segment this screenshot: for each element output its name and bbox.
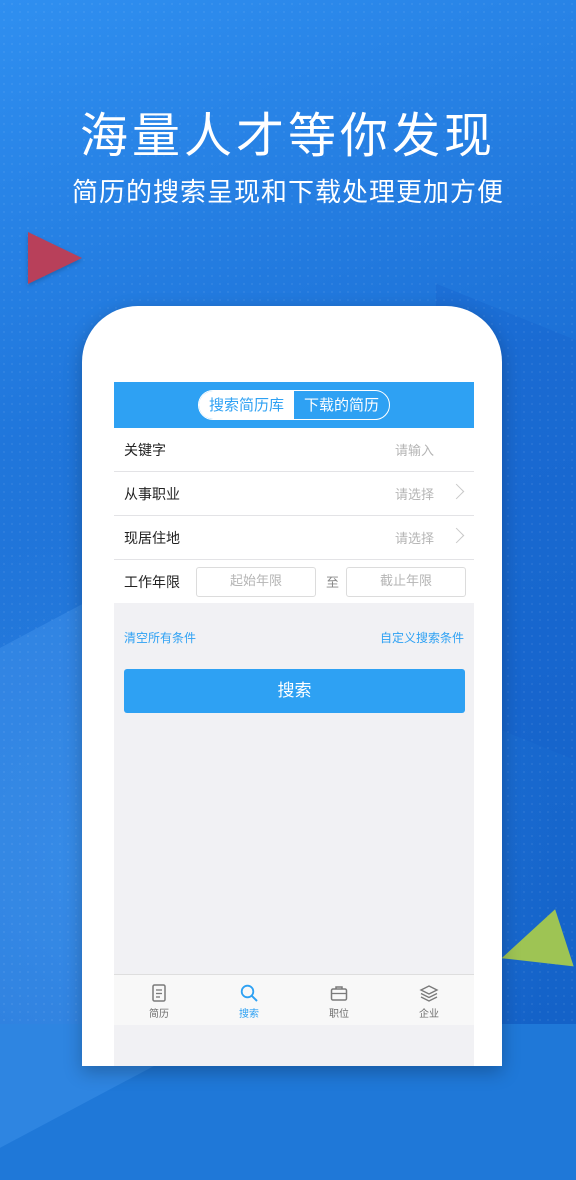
search-form: 关键字 请输入 从事职业 请选择 现居住地 请选择 工作年限 起始年限 至 截止… bbox=[114, 428, 474, 603]
layers-icon bbox=[419, 985, 439, 1002]
decor-triangle-red bbox=[28, 232, 82, 284]
segment-control: 搜索简历库 下载的简历 bbox=[197, 390, 391, 420]
clear-conditions-link[interactable]: 清空所有条件 bbox=[124, 629, 196, 646]
tab-search[interactable]: 搜索 bbox=[204, 975, 294, 1025]
keyword-input[interactable]: 请输入 bbox=[395, 440, 434, 459]
tab-company[interactable]: 企业 bbox=[384, 975, 474, 1025]
bottom-tab-bar: 简历 搜索 职位 企业 bbox=[114, 974, 474, 1025]
tab-downloaded-resumes[interactable]: 下载的简历 bbox=[294, 391, 389, 419]
custom-conditions-link[interactable]: 自定义搜索条件 bbox=[380, 629, 464, 646]
tab-label: 企业 bbox=[419, 1009, 439, 1020]
keyword-row[interactable]: 关键字 请输入 bbox=[114, 428, 474, 472]
start-year-input[interactable]: 起始年限 bbox=[196, 566, 316, 597]
form-actions: 清空所有条件 自定义搜索条件 bbox=[114, 603, 474, 667]
tab-search-resume-library[interactable]: 搜索简历库 bbox=[198, 391, 294, 419]
segment-header: 搜索简历库 下载的简历 bbox=[114, 382, 474, 428]
tab-label: 搜索 bbox=[239, 1009, 259, 1020]
occupation-row[interactable]: 从事职业 请选择 bbox=[114, 472, 474, 516]
chevron-right-icon bbox=[448, 527, 465, 544]
app-screen: 搜索简历库 下载的简历 关键字 请输入 从事职业 请选择 现居住地 请选择 工作… bbox=[114, 382, 474, 1066]
residence-select[interactable]: 请选择 bbox=[395, 528, 434, 547]
residence-label: 现居住地 bbox=[124, 530, 180, 547]
tab-resume[interactable]: 简历 bbox=[114, 975, 204, 1025]
briefcase-icon bbox=[330, 986, 348, 1001]
promo-subheadline: 简历的搜索呈现和下载处理更加方便 bbox=[71, 178, 504, 208]
tab-positions[interactable]: 职位 bbox=[294, 975, 384, 1025]
tab-label: 简历 bbox=[149, 1009, 169, 1020]
resume-icon bbox=[152, 984, 166, 1002]
work-years-label: 工作年限 bbox=[124, 574, 180, 591]
occupation-label: 从事职业 bbox=[124, 486, 180, 503]
tab-label: 职位 bbox=[329, 1009, 349, 1020]
residence-row[interactable]: 现居住地 请选择 bbox=[114, 516, 474, 560]
chevron-right-icon bbox=[448, 483, 465, 500]
search-button[interactable]: 搜索 bbox=[124, 669, 465, 713]
range-separator: 至 bbox=[326, 576, 340, 591]
work-years-row: 工作年限 起始年限 至 截止年限 bbox=[114, 560, 474, 603]
keyword-label: 关键字 bbox=[124, 442, 166, 459]
promo-headline: 海量人才等你发现 bbox=[79, 108, 496, 164]
search-icon bbox=[240, 984, 258, 1002]
end-year-input[interactable]: 截止年限 bbox=[346, 566, 466, 597]
occupation-select[interactable]: 请选择 bbox=[395, 484, 434, 503]
phone-mockup: 搜索简历库 下载的简历 关键字 请输入 从事职业 请选择 现居住地 请选择 工作… bbox=[82, 306, 502, 1066]
